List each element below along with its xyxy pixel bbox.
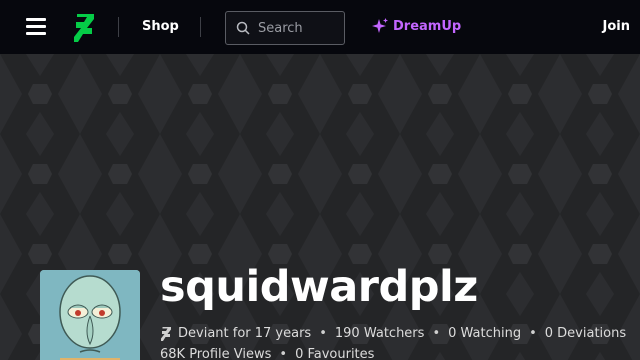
dreamup-label: DreamUp (393, 18, 462, 34)
stats-row: Deviant for 17 years • 190 Watchers • 0 … (160, 323, 630, 344)
search-icon (236, 21, 250, 35)
search-input[interactable] (258, 20, 338, 36)
join-button[interactable]: Join (603, 19, 630, 34)
deviantart-logo-icon[interactable] (72, 14, 96, 42)
avatar[interactable] (40, 270, 140, 360)
stat-favourites[interactable]: 0 Favourites (295, 344, 374, 360)
shop-link[interactable]: Shop (142, 19, 179, 34)
stat-profile-views: 68K Profile Views (160, 347, 272, 360)
separator-dot: • (279, 347, 288, 360)
search-box[interactable] (225, 11, 345, 45)
separator-dot: • (432, 326, 441, 341)
menu-icon[interactable] (26, 18, 46, 36)
stat-watchers[interactable]: 190 Watchers (335, 323, 425, 344)
top-navigation-bar: Shop DreamUp Join (0, 0, 640, 54)
stats-row: 68K Profile Views • 0 Favourites (160, 344, 630, 360)
avatar-image (40, 270, 140, 360)
stat-watching[interactable]: 0 Watching (448, 323, 521, 344)
separator-dot: • (529, 326, 537, 341)
profile-username: squidwardplz (160, 262, 478, 312)
divider (118, 17, 119, 37)
dreamup-button[interactable]: DreamUp (371, 17, 461, 35)
deviant-badge-icon (161, 326, 171, 341)
divider (200, 17, 201, 37)
stat-deviations[interactable]: 0 Deviations (545, 323, 626, 344)
separator-dot: • (319, 326, 327, 341)
profile-stats: Deviant for 17 years • 190 Watchers • 0 … (160, 323, 630, 360)
stat-deviant-since: Deviant for 17 years (178, 326, 312, 341)
dreamup-sparkle-icon (372, 18, 388, 33)
